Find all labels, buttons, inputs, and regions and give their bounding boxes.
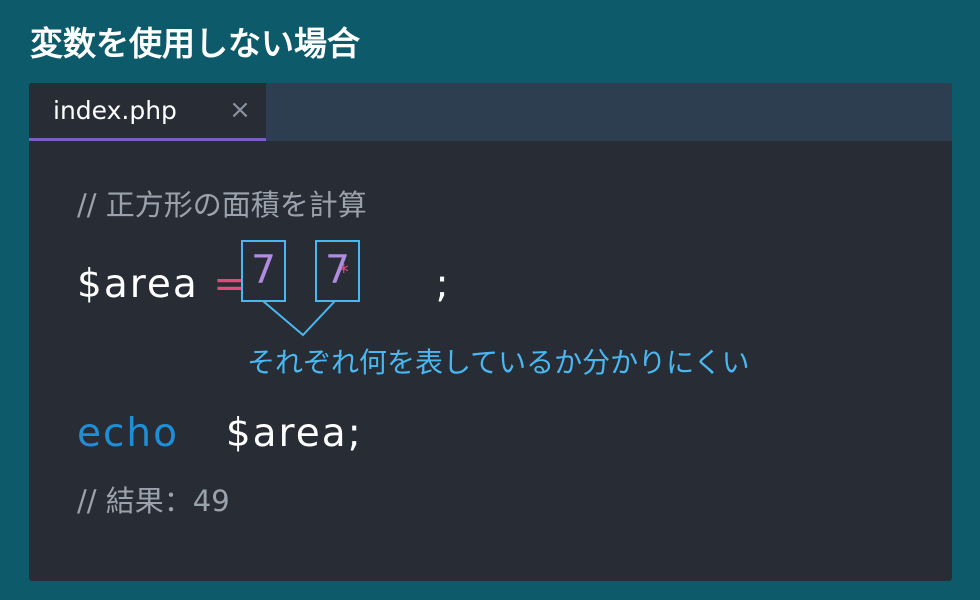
code-line-echo: echo $area; — [77, 409, 363, 459]
callout-pointer-icon — [262, 301, 336, 337]
number-highlight-box-1: 7 — [241, 240, 286, 302]
tab-index-php[interactable]: index.php × — [29, 83, 266, 141]
tab-bar: index.php × — [29, 83, 952, 141]
number-literal-1: 7 — [251, 248, 276, 293]
code-editor: index.php × // 正方形の面積を計算 $area = * ; 7 7… — [29, 83, 952, 581]
annotation-note: それぞれ何を表しているか分かりにくい — [247, 346, 750, 379]
page-title: 変数を使用しない場合 — [30, 24, 360, 63]
number-highlight-box-2: 7 — [315, 240, 360, 302]
number-literal-2: 7 — [325, 248, 350, 293]
echo-argument: $area; — [225, 411, 363, 456]
variable-area: $area — [77, 262, 199, 307]
keyword-echo: echo — [77, 411, 180, 456]
code-comment-line-1: // 正方形の面積を計算 — [77, 188, 367, 222]
close-icon[interactable]: × — [229, 96, 251, 124]
tab-label: index.php — [53, 96, 177, 125]
semicolon: ; — [435, 262, 451, 307]
code-comment-line-2: // 結果：49 — [77, 484, 230, 518]
